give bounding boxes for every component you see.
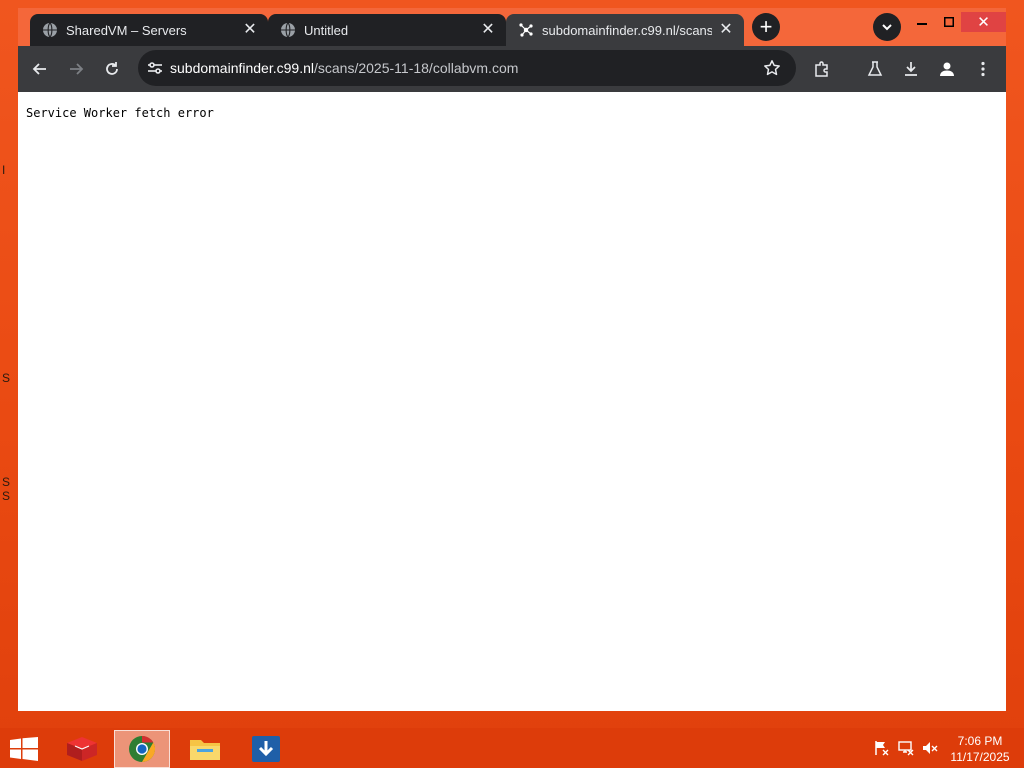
star-icon: [764, 60, 780, 76]
kebab-menu-icon: [981, 61, 985, 77]
windows-start-icon[interactable]: [10, 737, 38, 761]
back-arrow-icon: [32, 63, 46, 75]
forward-button[interactable]: [62, 55, 90, 83]
reload-button[interactable]: [98, 55, 126, 83]
reload-icon: [106, 62, 118, 75]
minimize-button[interactable]: [908, 12, 936, 32]
profile-button[interactable]: [933, 55, 961, 83]
desktop-fragment: S: [2, 371, 11, 385]
forward-arrow-icon: [70, 63, 84, 75]
desktop-fragment: I: [2, 163, 6, 177]
action-center-flag-icon[interactable]: [872, 740, 890, 756]
c99-favicon-icon: [519, 23, 533, 37]
folder-icon: [190, 740, 220, 760]
network-icon[interactable]: [897, 740, 915, 756]
browser-window: SharedVM – Servers ✕ Untitled ✕ subdomai…: [18, 8, 1006, 711]
red-box-icon: [67, 737, 97, 761]
back-button[interactable]: [26, 55, 54, 83]
browser-toolbar: subdomainfinder.c99.nl/scans/2025-11-18/…: [18, 46, 1006, 92]
tab-title: SharedVM – Servers: [66, 22, 187, 38]
tab-untitled[interactable]: Untitled ✕: [268, 14, 506, 46]
desktop-fragment: S: [2, 489, 11, 503]
clock-date: 11/17/2025: [950, 750, 1010, 764]
error-message: Service Worker fetch error: [26, 106, 214, 120]
tab-strip: SharedVM – Servers ✕ Untitled ✕ subdomai…: [18, 8, 1006, 46]
page-content: Service Worker fetch error: [18, 92, 1006, 711]
profile-avatar-icon: [940, 62, 954, 76]
site-settings-icon[interactable]: [146, 59, 164, 77]
flask-icon: [867, 61, 883, 76]
chevron-down-icon: [882, 24, 892, 31]
taskbar-file-explorer[interactable]: [177, 730, 233, 768]
close-tab-icon[interactable]: ✕: [718, 22, 734, 38]
new-tab-button[interactable]: +: [752, 13, 780, 41]
tab-subdomainfinder[interactable]: subdomainfinder.c99.nl/scans/2 ✕: [506, 14, 744, 46]
url-text[interactable]: subdomainfinder.c99.nl/scans/2025-11-18/…: [170, 60, 760, 76]
tab-sharedvm[interactable]: SharedVM – Servers ✕: [30, 14, 268, 46]
labs-button[interactable]: [861, 55, 889, 83]
chrome-icon: [129, 735, 156, 763]
url-path: /scans/2025-11-18/collabvm.com: [314, 60, 519, 76]
globe-icon: [43, 22, 57, 38]
extensions-button[interactable]: [808, 55, 836, 83]
taskbar-chrome-app[interactable]: [114, 730, 170, 768]
tab-title: Untitled: [304, 22, 349, 38]
globe-icon: [281, 22, 295, 38]
puzzle-piece-icon: [815, 61, 828, 77]
bookmark-star-button[interactable]: [760, 56, 784, 80]
download-icon: [905, 62, 917, 76]
tab-search-button[interactable]: [873, 13, 901, 41]
maximize-icon: [944, 17, 954, 27]
volume-muted-icon[interactable]: [921, 740, 939, 756]
clock-time: 7:06 PM: [957, 734, 1003, 748]
taskbar-red-box-app[interactable]: [54, 730, 110, 768]
downloads-button[interactable]: [897, 55, 925, 83]
minimize-icon: [917, 23, 927, 25]
url-host: subdomainfinder.c99.nl: [170, 60, 314, 76]
taskbar-download-app[interactable]: [238, 730, 294, 768]
taskbar: 7:06 PM 11/17/2025: [0, 728, 1024, 768]
address-bar[interactable]: subdomainfinder.c99.nl/scans/2025-11-18/…: [138, 50, 796, 86]
browser-menu-button[interactable]: [969, 55, 997, 83]
system-clock[interactable]: 7:06 PM 11/17/2025: [940, 733, 1020, 765]
tab-title: subdomainfinder.c99.nl/scans/2: [542, 22, 712, 38]
desktop-fragment: S: [2, 475, 11, 489]
close-window-button[interactable]: ✕: [961, 12, 1006, 32]
close-tab-icon[interactable]: ✕: [480, 22, 496, 38]
close-tab-icon[interactable]: ✕: [242, 22, 258, 38]
download-box-icon: [252, 736, 280, 762]
maximize-button[interactable]: [935, 12, 963, 32]
